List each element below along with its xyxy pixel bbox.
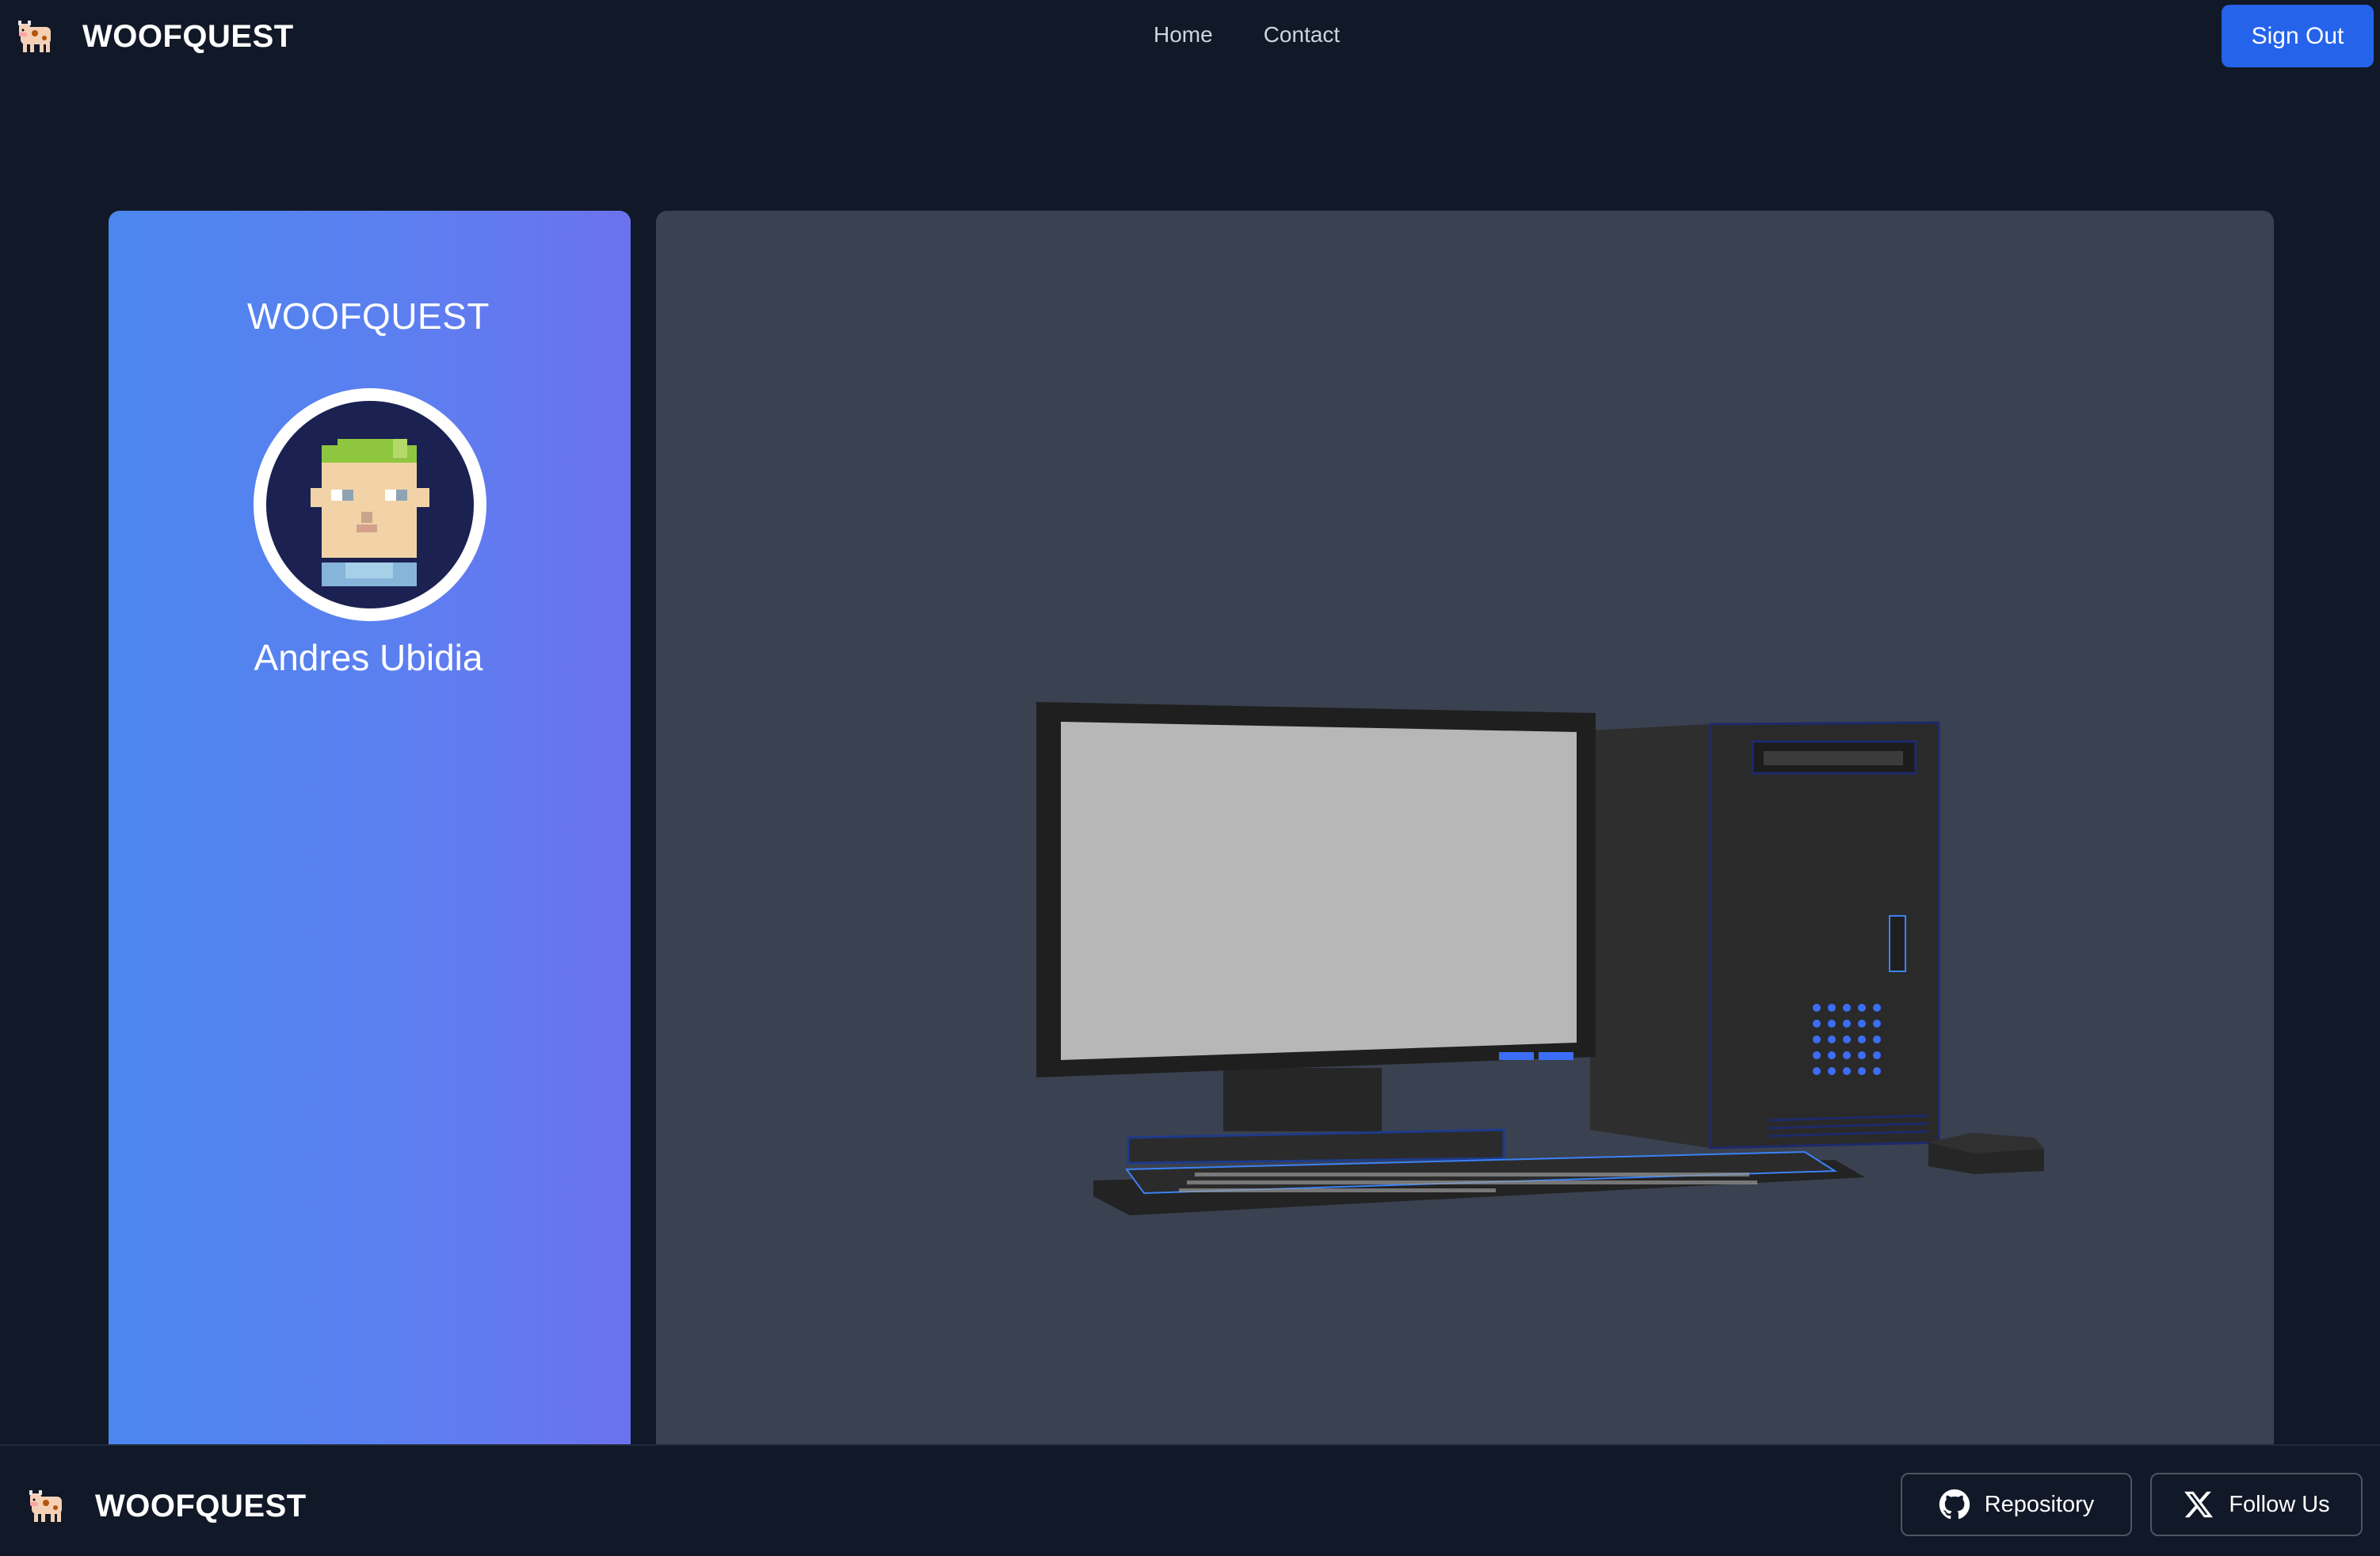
- pixel-avatar-icon: [311, 439, 429, 586]
- follow-us-label: Follow Us: [2229, 1491, 2330, 1517]
- desktop-computer-3d-model[interactable]: [656, 211, 2274, 1447]
- cow-icon: [18, 21, 51, 52]
- sign-out-button[interactable]: Sign Out: [2222, 5, 2374, 67]
- nav-home-link[interactable]: Home: [1154, 22, 1213, 48]
- top-navbar: WOOFQUEST Home Contact Sign Out: [0, 0, 2380, 73]
- monitor-stand: [1223, 1068, 1382, 1131]
- follow-us-button[interactable]: Follow Us: [2150, 1473, 2363, 1536]
- repository-button[interactable]: Repository: [1901, 1473, 2132, 1536]
- brand[interactable]: WOOFQUEST: [16, 14, 294, 59]
- repository-label: Repository: [1984, 1491, 2095, 1517]
- profile-title: WOOFQUEST: [246, 296, 490, 337]
- footer: WOOFQUEST Repository Follow Us: [0, 1444, 2380, 1556]
- avatar-image: [266, 401, 474, 608]
- x-icon: [2184, 1491, 2214, 1518]
- profile-name: Andres Ubidia: [254, 637, 483, 678]
- brand-name: WOOFQUEST: [82, 18, 294, 54]
- footer-brand[interactable]: WOOFQUEST: [27, 1485, 307, 1527]
- main-nav: Home Contact: [1154, 22, 1340, 48]
- nav-contact-link[interactable]: Contact: [1264, 22, 1341, 48]
- github-icon: [1939, 1489, 1970, 1520]
- avatar: [254, 388, 486, 621]
- cow-icon: [29, 1490, 62, 1522]
- footer-brand-name: WOOFQUEST: [95, 1488, 307, 1524]
- monitor-screen: [1061, 722, 1577, 1060]
- 3d-scene-viewer[interactable]: [656, 211, 2274, 1447]
